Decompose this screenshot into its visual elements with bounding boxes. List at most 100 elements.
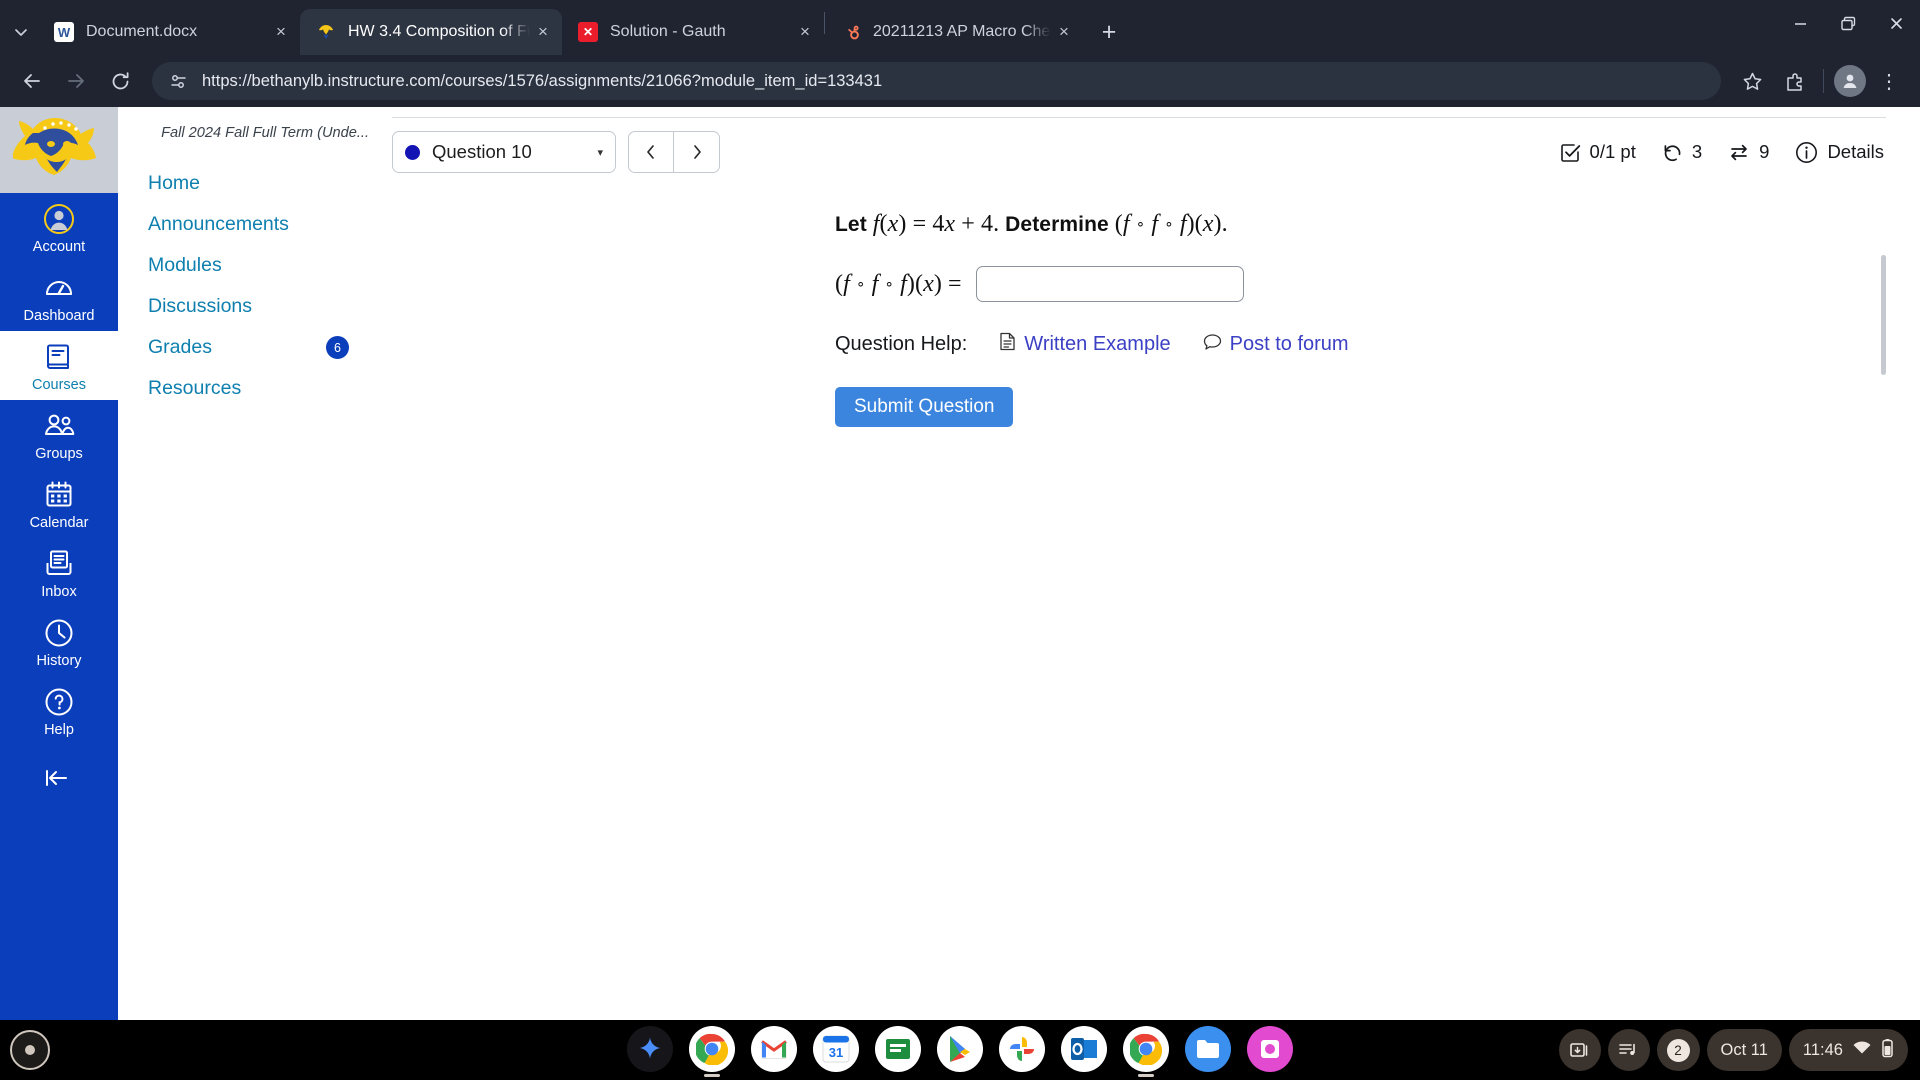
bookmark-star-icon[interactable]	[1733, 62, 1771, 100]
page-scrollbar[interactable]	[1881, 255, 1886, 375]
attempts-count: 3	[1691, 141, 1703, 162]
content-top-divider	[392, 117, 1886, 118]
course-navigation: Fall 2024 Fall Full Term (Unde... Home A…	[118, 107, 380, 1020]
window-controls	[1776, 0, 1920, 46]
gemini-app-icon[interactable]	[627, 1026, 673, 1072]
new-tab-button[interactable]: +	[1089, 12, 1129, 52]
classroom-app-icon[interactable]	[875, 1026, 921, 1072]
submit-question-button[interactable]: Submit Question	[835, 387, 1014, 427]
window-close-button[interactable]	[1872, 0, 1920, 46]
browser-tab-title: Document.docx	[86, 23, 198, 40]
written-example-link[interactable]: Written Example	[999, 332, 1171, 357]
dashboard-gauge-icon	[42, 271, 76, 305]
chrome-app-icon[interactable]	[689, 1026, 735, 1077]
tab-search-chevron-icon[interactable]	[4, 9, 38, 55]
status-tray-button[interactable]: 11:46	[1788, 1029, 1908, 1071]
window-maximize-button[interactable]	[1824, 0, 1872, 46]
profile-avatar[interactable]	[1834, 65, 1866, 97]
inbox-tray-icon	[42, 547, 76, 581]
sidebar-item-help[interactable]: Help	[0, 676, 118, 745]
chromeos-system-tray: 2 Oct 11 11:46	[1558, 1029, 1908, 1071]
files-app-icon[interactable]	[1185, 1026, 1231, 1072]
details-link[interactable]: Details	[1827, 141, 1884, 163]
canvas-viking-icon	[316, 22, 336, 42]
photos-app-icon[interactable]	[999, 1026, 1045, 1072]
previous-question-button[interactable]	[628, 131, 674, 173]
browser-tab[interactable]: W Document.docx ×	[38, 9, 300, 55]
sidebar-item-courses[interactable]: Courses	[0, 331, 118, 400]
question-body: Let f(x) = 4x + 4. Determine (f ∘ f ∘ f)…	[380, 185, 1920, 427]
sidebar-item-history[interactable]: History	[0, 607, 118, 676]
quiz-content-area: Question 10 ▾ 0/1 pt 3 9 Details Let f(x…	[380, 107, 1920, 1020]
calendar-app-icon[interactable]: 31	[813, 1026, 859, 1072]
site-settings-icon[interactable]	[166, 69, 190, 93]
outlook-app-icon[interactable]	[1061, 1026, 1107, 1072]
browser-tab[interactable]: 20211213 AP Macro Cheat She ×	[825, 9, 1083, 55]
play-store-app-icon[interactable]	[937, 1026, 983, 1072]
info-circle-icon[interactable]	[1795, 141, 1818, 164]
back-button[interactable]	[12, 61, 52, 101]
media-app-icon[interactable]	[1247, 1026, 1293, 1072]
tray-date: Oct 11	[1720, 1040, 1768, 1059]
course-nav-item-resources[interactable]: Resources	[118, 368, 379, 409]
question-prompt: Let f(x) = 4x + 4. Determine (f ∘ f ∘ f)…	[835, 211, 1228, 237]
course-nav-label: Resources	[148, 377, 242, 399]
calendar-icon	[42, 478, 76, 512]
chromeos-shelf: 31 2 Oct 11 11:46	[0, 1020, 1920, 1080]
tab-close-icon[interactable]: ×	[792, 19, 818, 45]
tab-close-icon[interactable]: ×	[1051, 19, 1077, 45]
chrome-menu-icon[interactable]: ⋮	[1870, 62, 1908, 100]
tab-close-icon[interactable]: ×	[530, 19, 556, 45]
answer-input[interactable]	[975, 266, 1244, 302]
canvas-global-nav: Account Dashboard Courses Groups Calenda…	[0, 107, 118, 1020]
course-nav-item-grades[interactable]: Grades 6	[118, 327, 379, 368]
screen-capture-icon[interactable]	[1558, 1029, 1601, 1071]
browser-tab-active[interactable]: HW 3.4 Composition of Functio ×	[300, 9, 562, 55]
checkbox-checked-icon	[1560, 142, 1581, 163]
sidebar-item-calendar[interactable]: Calendar	[0, 469, 118, 538]
gmail-app-icon[interactable]	[751, 1026, 797, 1072]
sidebar-item-dashboard[interactable]: Dashboard	[0, 262, 118, 331]
sidebar-item-groups[interactable]: Groups	[0, 400, 118, 469]
media-playlist-icon[interactable]	[1607, 1029, 1650, 1071]
notification-count-badge: 2	[1666, 1038, 1690, 1062]
address-bar[interactable]: https://bethanylb.instructure.com/course…	[152, 62, 1721, 100]
sidebar-item-label: Dashboard	[23, 308, 95, 324]
shelf-app-list: 31	[627, 1026, 1293, 1077]
help-question-icon	[42, 685, 76, 719]
chrome-secondary-app-icon[interactable]	[1123, 1026, 1169, 1077]
course-nav-label: Discussions	[148, 295, 253, 317]
course-nav-label: Home	[148, 172, 201, 194]
course-nav-item-modules[interactable]: Modules	[118, 245, 379, 286]
undo-retry-icon	[1662, 142, 1683, 163]
document-page-icon	[999, 332, 1016, 357]
tray-time: 11:46	[1802, 1040, 1843, 1059]
gauth-icon: ✕	[578, 22, 598, 42]
course-term-label: Fall 2024 Fall Full Term (Unde...	[161, 125, 369, 141]
sidebar-item-inbox[interactable]: Inbox	[0, 538, 118, 607]
tab-close-icon[interactable]: ×	[268, 19, 294, 45]
date-tray-button[interactable]: Oct 11	[1706, 1029, 1782, 1071]
question-help-label: Question Help:	[835, 333, 968, 355]
extensions-icon[interactable]	[1775, 62, 1813, 100]
course-nav-item-discussions[interactable]: Discussions	[118, 286, 379, 327]
course-nav-item-home[interactable]: Home	[118, 163, 379, 204]
collapse-nav-arrow-icon[interactable]	[0, 767, 118, 789]
window-minimize-button[interactable]	[1776, 0, 1824, 46]
course-nav-item-announcements[interactable]: Announcements	[118, 204, 379, 245]
chromeos-launcher-button[interactable]	[10, 1030, 50, 1070]
question-status-bar: 0/1 pt 3 9 Details	[1560, 141, 1898, 164]
sidebar-item-label: Groups	[35, 446, 83, 462]
post-to-forum-link[interactable]: Post to forum	[1203, 333, 1349, 357]
question-selector-dropdown[interactable]: Question 10 ▾	[392, 131, 616, 173]
viking-mascot-logo[interactable]	[0, 107, 118, 193]
reload-button[interactable]	[100, 61, 140, 101]
next-question-button[interactable]	[674, 131, 720, 173]
notification-counter[interactable]: 2	[1656, 1029, 1700, 1071]
browser-tab[interactable]: ✕ Solution - Gauth ×	[562, 9, 824, 55]
forward-button[interactable]	[56, 61, 96, 101]
sidebar-item-account[interactable]: Account	[0, 193, 118, 262]
course-nav-label: Announcements	[148, 213, 289, 235]
written-example-label: Written Example	[1024, 333, 1171, 355]
browser-tab-strip: W Document.docx × HW 3.4 Composition of …	[0, 0, 1920, 55]
